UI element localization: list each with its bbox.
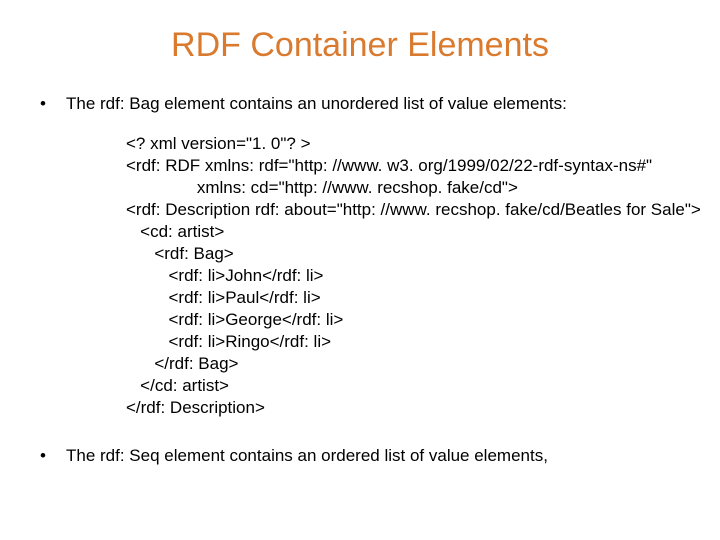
code-line: <cd: artist> <box>126 222 224 241</box>
code-line: </rdf: Bag> <box>126 354 238 373</box>
bullet-item-2: • The rdf: Seq element contains an order… <box>40 445 680 467</box>
code-line: <? xml version="1. 0"? > <box>126 134 311 153</box>
bullet-text: The rdf: Bag element contains an unorder… <box>66 93 567 115</box>
code-line: <rdf: li>Paul</rdf: li> <box>126 288 321 307</box>
code-line: </cd: artist> <box>126 376 229 395</box>
code-line: <rdf: RDF xmlns: rdf="http: //www. w3. o… <box>126 156 652 175</box>
bullet-marker: • <box>40 445 66 467</box>
bullet-text: The rdf: Seq element contains an ordered… <box>66 445 548 467</box>
code-line: <rdf: li>Ringo</rdf: li> <box>126 332 331 351</box>
code-line: <rdf: Bag> <box>126 244 234 263</box>
code-line: <rdf: Description rdf: about="http: //ww… <box>126 200 701 219</box>
code-block: <? xml version="1. 0"? > <rdf: RDF xmlns… <box>126 133 680 419</box>
code-line: </rdf: Description> <box>126 398 265 417</box>
slide-title: RDF Container Elements <box>40 26 680 65</box>
bullet-item-1: • The rdf: Bag element contains an unord… <box>40 93 680 115</box>
slide: RDF Container Elements • The rdf: Bag el… <box>0 0 720 540</box>
code-line: xmlns: cd="http: //www. recshop. fake/cd… <box>126 178 518 197</box>
bullet-marker: • <box>40 93 66 115</box>
code-line: <rdf: li>John</rdf: li> <box>126 266 323 285</box>
code-line: <rdf: li>George</rdf: li> <box>126 310 343 329</box>
